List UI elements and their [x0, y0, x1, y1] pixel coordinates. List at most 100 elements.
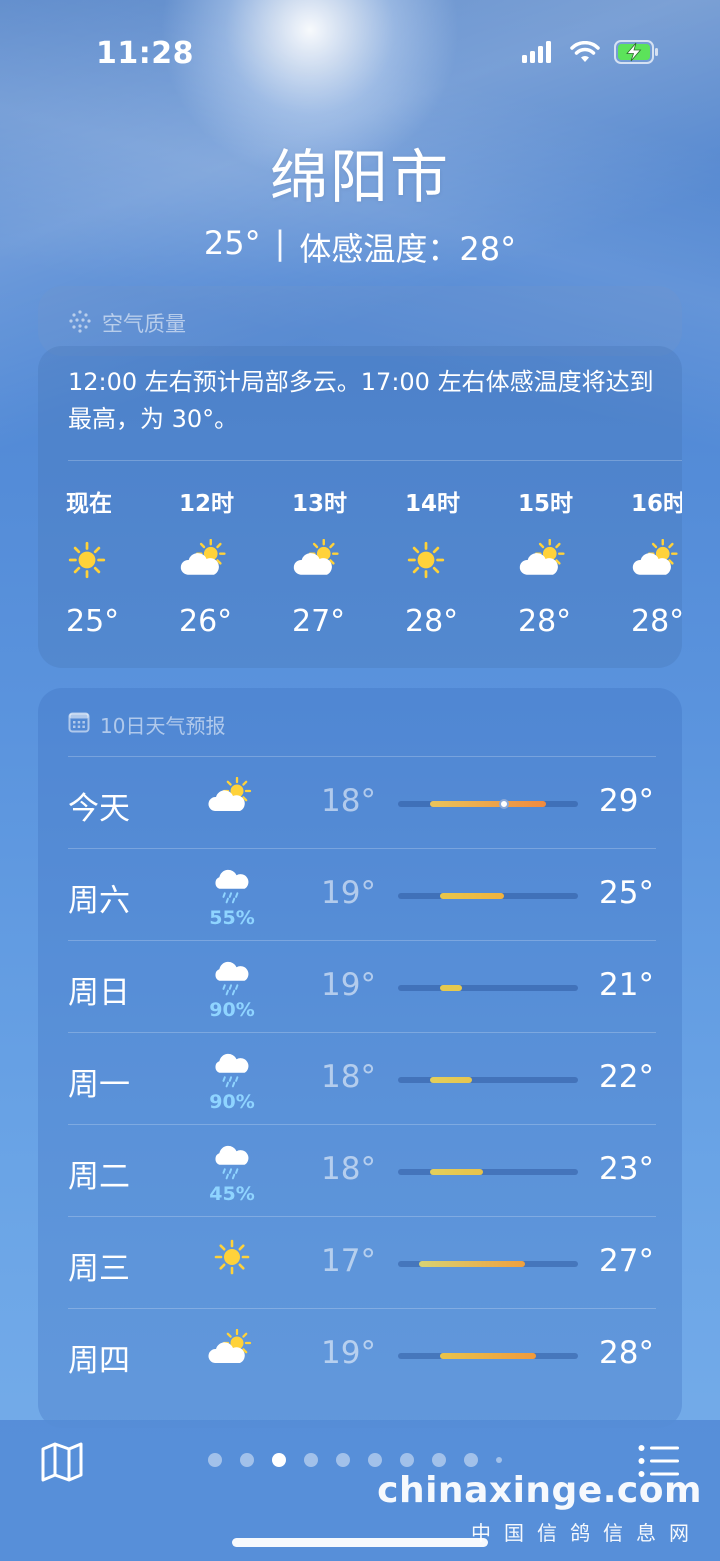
forecast-icon-group — [202, 1328, 262, 1385]
page-dot[interactable] — [368, 1453, 382, 1467]
high-temp: 27° — [599, 1243, 654, 1279]
page-indicator[interactable] — [208, 1453, 502, 1467]
forecast-day: 周一 — [68, 1067, 130, 1103]
status-bar: 11:28 — [0, 0, 720, 100]
hourly-scroller[interactable]: 现在 25° 12时 26° 13时 27° 14时 28° 15时 28° 16时 28° — [66, 484, 682, 639]
forecast-title: 10日天气预报 — [100, 714, 226, 738]
low-temp: 18° — [321, 783, 376, 819]
page-dot[interactable] — [400, 1453, 414, 1467]
page-dot[interactable] — [240, 1453, 254, 1467]
forecast-day: 周四 — [68, 1343, 130, 1379]
forecast-header: 10日天气预报 — [68, 710, 225, 739]
current-conditions: 25° | 体感温度：28° — [0, 224, 720, 270]
high-temp: 22° — [599, 1059, 654, 1095]
temp-range-bar — [419, 1261, 526, 1267]
watermark: chinaxinge.com 中国信鸽信息网 — [377, 1470, 702, 1546]
hour-temp: 26° — [179, 604, 233, 639]
divider — [68, 460, 682, 461]
page-dot[interactable] — [432, 1453, 446, 1467]
high-temp: 21° — [599, 967, 654, 1003]
page-dot[interactable] — [272, 1453, 286, 1467]
partly-cloudy-icon — [207, 776, 257, 821]
forecast-day: 周日 — [68, 975, 130, 1011]
forecast-icon-group — [202, 776, 262, 833]
partly-cloudy-icon — [207, 1328, 257, 1373]
hour-temp: 28° — [405, 604, 459, 639]
battery-charging-icon — [614, 40, 660, 68]
hour-label: 12时 — [179, 491, 235, 517]
high-temp: 23° — [599, 1151, 654, 1187]
feels-like: 体感温度：28° — [299, 230, 517, 268]
low-temp: 19° — [321, 967, 376, 1003]
precip-chance: 55% — [209, 907, 255, 929]
forecast-row[interactable]: 周一 90% 18° 22° — [68, 1032, 656, 1124]
partly-cloudy-icon — [518, 538, 571, 582]
hour-column: 15时 28° — [518, 484, 631, 639]
forecast-row[interactable]: 今天 18° 29° — [68, 756, 656, 848]
hour-label: 15时 — [518, 491, 574, 517]
rain-icon — [212, 961, 252, 1001]
temp-range-bar — [440, 985, 462, 991]
hour-column: 12时 26° — [179, 484, 292, 639]
temp-range-track — [398, 985, 578, 991]
partly-cloudy-icon — [292, 538, 345, 582]
hourly-forecast-card[interactable]: 12:00 左右预计局部多云。17:00 左右体感温度将达到最高，为 30°。 … — [38, 346, 682, 668]
temp-range-bar — [429, 1169, 483, 1175]
low-temp: 19° — [321, 875, 376, 911]
hour-temp: 28° — [631, 604, 682, 639]
temp-range-bar — [440, 893, 504, 899]
hour-temp: 25° — [66, 604, 120, 639]
forecast-row[interactable]: 周日 90% 19° 21° — [68, 940, 656, 1032]
hour-label: 现在 — [66, 491, 112, 517]
map-icon[interactable] — [40, 1442, 84, 1486]
hour-label: 16时 — [631, 491, 682, 517]
sun-icon — [212, 1237, 252, 1281]
status-time: 11:28 — [96, 36, 194, 71]
temp-range-track — [398, 1261, 578, 1267]
partly-cloudy-icon — [631, 538, 682, 582]
status-icons — [522, 40, 660, 68]
hour-column: 16时 28° — [631, 484, 682, 639]
forecast-icon-group: 90% — [202, 961, 262, 1021]
page-dot[interactable] — [464, 1453, 478, 1467]
rain-icon — [212, 869, 252, 909]
ten-day-forecast-card[interactable]: 10日天气预报 今天 18° 29° 周六 55% 19° 25° 周日 90% 19° 21° 周一… — [38, 688, 682, 1428]
low-temp: 18° — [321, 1151, 376, 1187]
temp-range-track — [398, 893, 578, 899]
forecast-day: 周六 — [68, 883, 130, 919]
precip-chance: 90% — [209, 1091, 255, 1113]
separator: | — [274, 224, 286, 262]
high-temp: 28° — [599, 1335, 654, 1371]
watermark-main: chinaxinge.com — [377, 1470, 702, 1511]
forecast-day: 周三 — [68, 1251, 130, 1287]
forecast-row[interactable]: 周六 55% 19° 25° — [68, 848, 656, 940]
forecast-row[interactable]: 周三 17° 27° — [68, 1216, 656, 1308]
temp-range-track — [398, 1077, 578, 1083]
temp-range-bar — [429, 1077, 473, 1083]
forecast-row[interactable]: 周四 19° 28° — [68, 1308, 656, 1400]
forecast-icon-group — [202, 1237, 262, 1293]
home-indicator[interactable] — [232, 1538, 488, 1547]
page-dot[interactable] — [496, 1457, 502, 1463]
low-temp: 19° — [321, 1335, 376, 1371]
forecast-icon-group: 90% — [202, 1053, 262, 1113]
forecast-row[interactable]: 周二 45% 18° 23° — [68, 1124, 656, 1216]
precip-chance: 45% — [209, 1183, 255, 1205]
temp-range-bar — [440, 1353, 536, 1359]
forecast-rows: 今天 18° 29° 周六 55% 19° 25° 周日 90% 19° 21° 周一 90% 18° 22… — [68, 756, 656, 1400]
forecast-icon-group: 45% — [202, 1145, 262, 1205]
hour-temp: 27° — [292, 604, 346, 639]
hour-column: 现在 25° — [66, 484, 179, 639]
calendar-icon — [68, 711, 90, 738]
location-header: 绵阳市 25° | 体感温度：28° — [0, 130, 720, 270]
page-dot[interactable] — [304, 1453, 318, 1467]
hourly-summary: 12:00 左右预计局部多云。17:00 左右体感温度将达到最高，为 30°。 — [68, 368, 654, 433]
hour-label: 14时 — [405, 491, 461, 517]
forecast-icon-group: 55% — [202, 869, 262, 929]
precip-chance: 90% — [209, 999, 255, 1021]
temp-range-bar — [429, 801, 547, 807]
hour-temp: 28° — [518, 604, 572, 639]
page-dot[interactable] — [208, 1453, 222, 1467]
page-dot[interactable] — [336, 1453, 350, 1467]
temp-range-track — [398, 1169, 578, 1175]
